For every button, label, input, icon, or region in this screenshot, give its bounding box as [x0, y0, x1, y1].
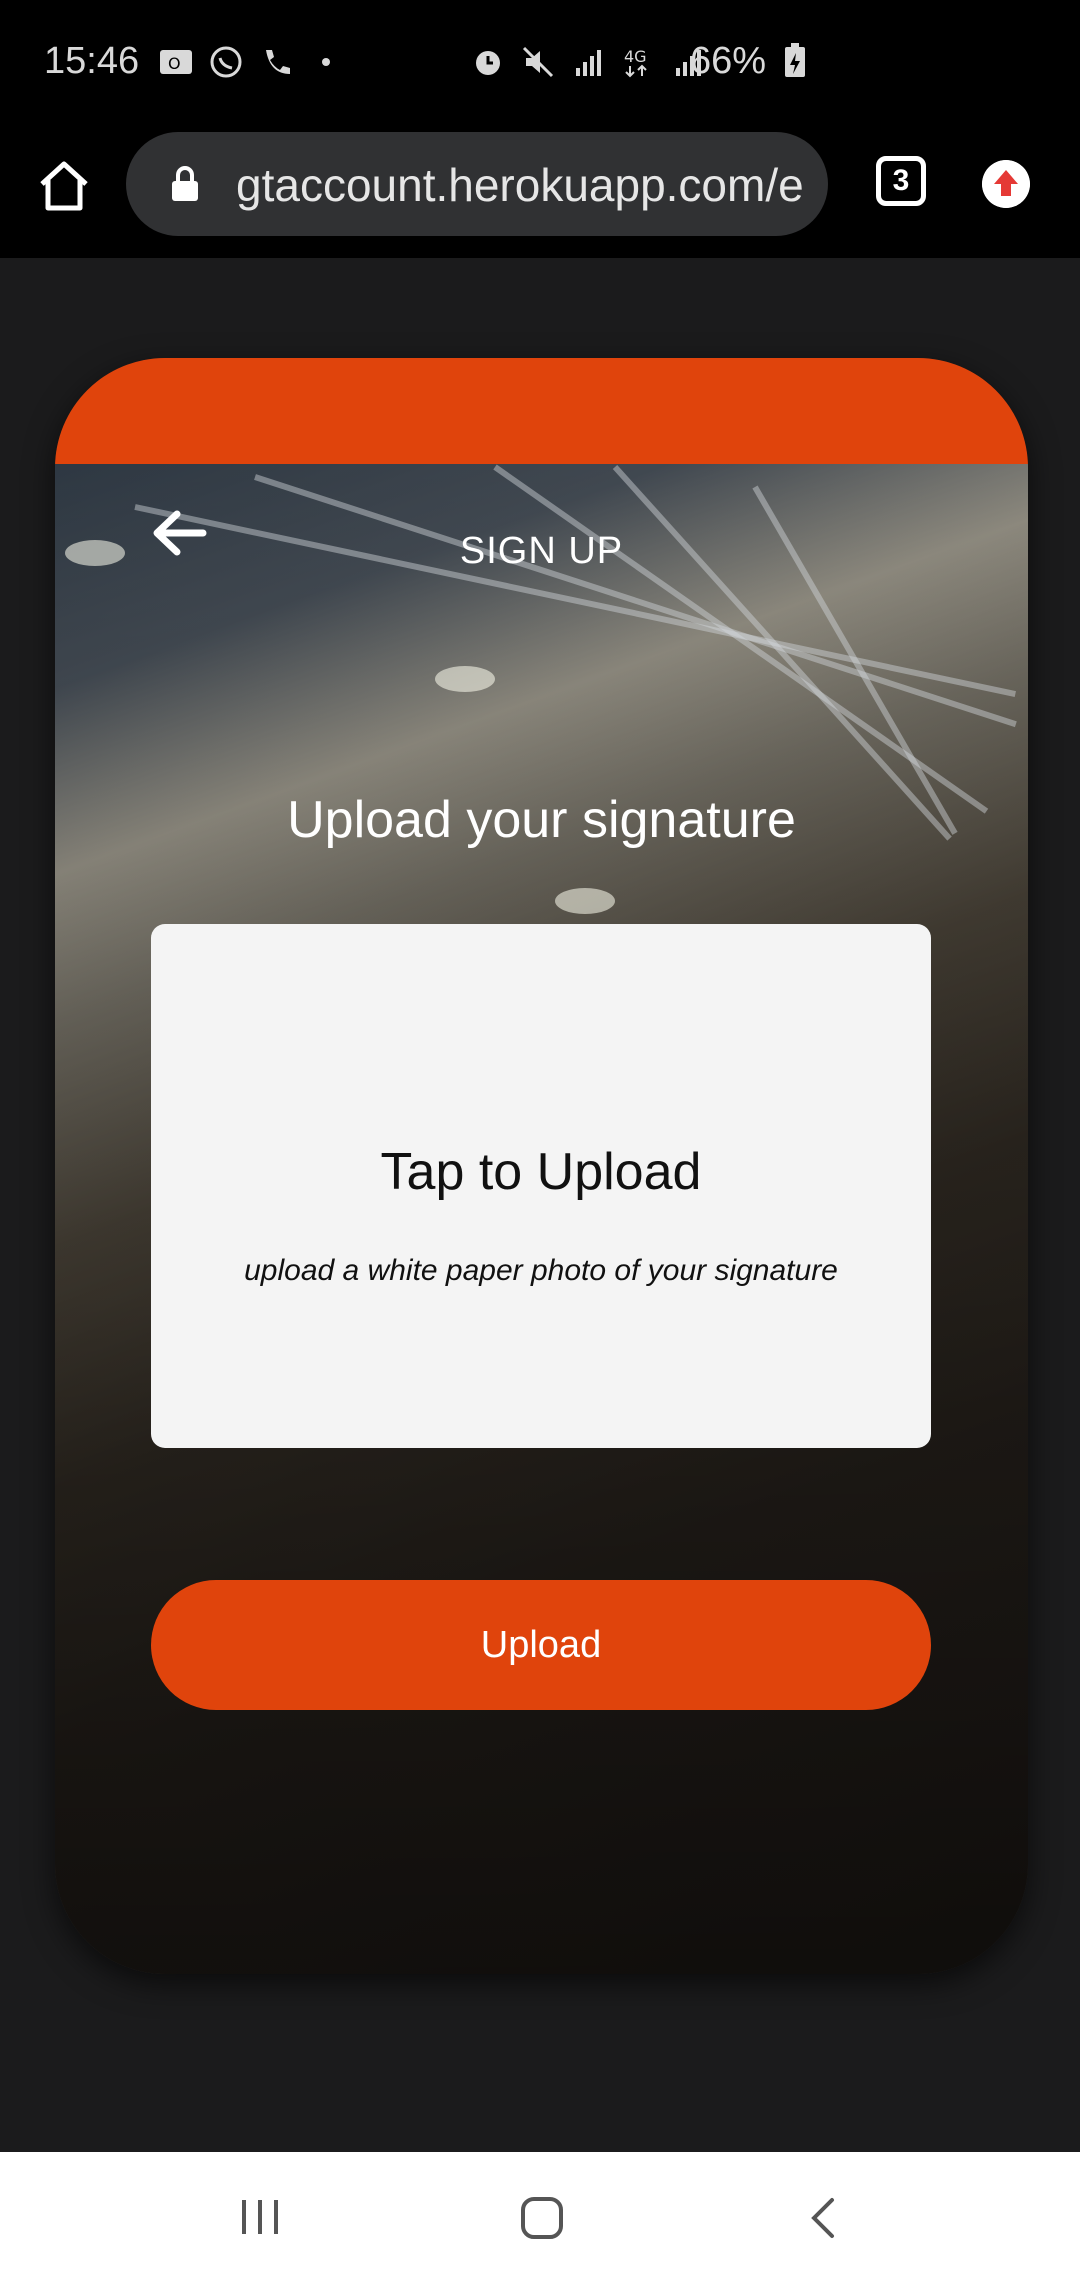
lock-icon — [172, 166, 198, 201]
whatsapp-icon — [210, 46, 242, 78]
dot-icon — [322, 58, 330, 66]
page-title: SIGN UP — [459, 530, 624, 572]
svg-text:O: O — [168, 54, 181, 73]
home-icon[interactable] — [34, 156, 94, 216]
outlook-icon: O — [160, 50, 192, 74]
signal-icon — [576, 50, 601, 76]
status-time: 15:46 — [44, 40, 140, 82]
navigation-bar — [0, 2152, 1080, 2280]
url-text[interactable]: gtaccount.herokuapp.com/e — [236, 158, 816, 212]
phone-icon — [266, 50, 290, 74]
browser-toolbar: gtaccount.herokuapp.com/e 3 — [0, 130, 1080, 258]
tap-to-upload-label: Tap to Upload — [380, 1143, 702, 1201]
upload-heading: Upload your signature — [287, 791, 796, 849]
mute-icon — [522, 46, 554, 78]
address-bar[interactable]: gtaccount.herokuapp.com/e — [126, 132, 828, 236]
tab-count: 3 — [892, 164, 910, 197]
update-icon[interactable] — [982, 160, 1030, 208]
4g-icon: 4G — [624, 47, 647, 78]
card-header-strip — [55, 358, 1028, 464]
signup-card: SIGN UP Upload your signature Tap to Upl… — [55, 358, 1028, 1974]
system-icons: 4G — [470, 44, 706, 80]
upload-instructions: upload a white paper photo of your signa… — [244, 1254, 838, 1287]
signature-upload-area[interactable]: Tap to Upload upload a white paper photo… — [151, 924, 931, 1448]
upload-button[interactable]: Upload — [151, 1580, 931, 1710]
back-nav-icon[interactable] — [808, 2196, 838, 2240]
tab-switcher-button[interactable]: 3 — [876, 156, 926, 206]
svg-text:4G: 4G — [624, 47, 647, 66]
battery-percent: 66% — [690, 40, 767, 82]
battery-level: 66% — [690, 40, 807, 83]
notification-icons: O — [158, 44, 344, 80]
status-bar: 15:46 O 4G 66% — [0, 0, 1080, 130]
recents-icon[interactable] — [238, 2198, 282, 2236]
home-nav-icon[interactable] — [520, 2196, 564, 2240]
alarm-icon — [476, 51, 500, 75]
battery-icon — [784, 43, 805, 77]
